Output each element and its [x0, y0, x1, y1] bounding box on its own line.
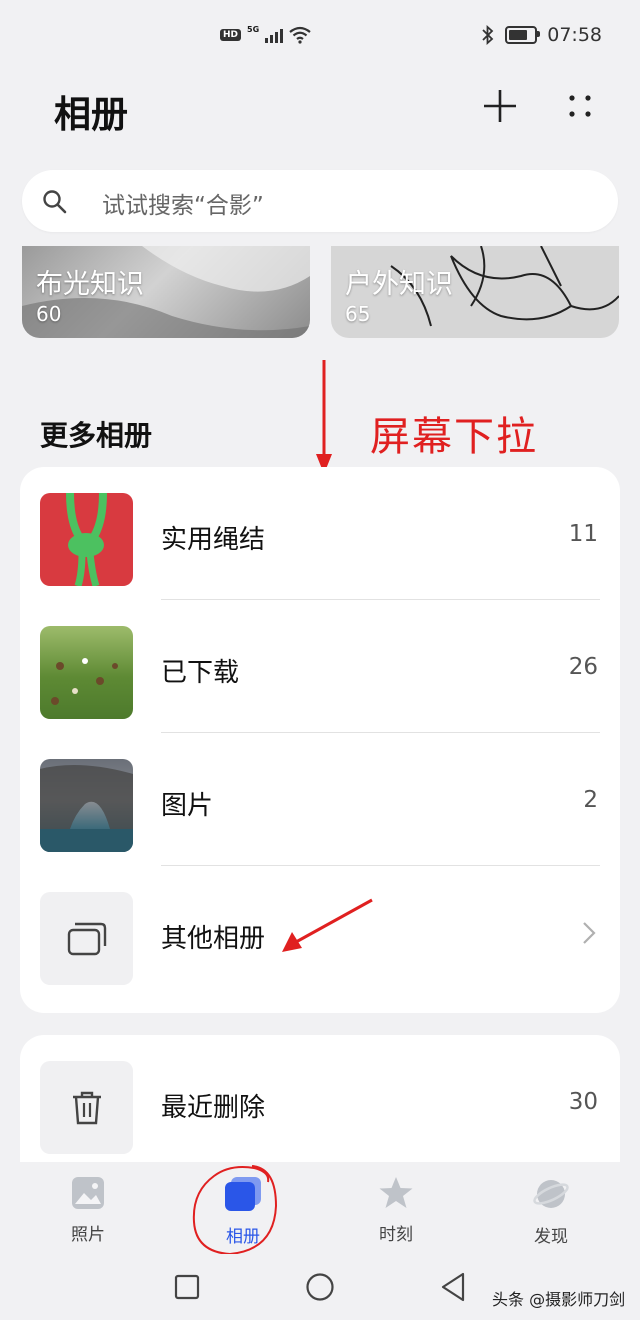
bottom-tab-bar: 照片 相册 时刻 发现 [0, 1162, 640, 1254]
circle-annotation [192, 1165, 278, 1256]
bluetooth-icon [482, 25, 494, 45]
annotation-text: 屏幕下拉 [370, 414, 538, 460]
planet-icon [533, 1180, 569, 1208]
battery-icon [505, 26, 541, 44]
trash-icon [72, 1091, 101, 1124]
more-dots-icon [569, 95, 591, 117]
album-count: 30 [568, 1089, 598, 1115]
list-item[interactable]: 图片 2 [20, 733, 620, 866]
chevron-right-icon [583, 922, 596, 944]
add-album-button[interactable] [478, 84, 522, 128]
tab-label: 时刻 [379, 1225, 413, 1245]
album-count: 60 [36, 302, 62, 326]
album-count: 65 [345, 302, 371, 326]
album-thumbnail [40, 626, 133, 719]
tab-label: 照片 [71, 1225, 105, 1245]
knot-image [66, 493, 107, 586]
recent-apps-button[interactable] [174, 1274, 200, 1300]
clock: 07:58 [547, 24, 602, 46]
star-icon [379, 1177, 413, 1208]
tab-label: 发现 [534, 1227, 568, 1247]
album-thumbnail [40, 1061, 133, 1154]
sea-arch-image [40, 765, 133, 852]
field-image [51, 658, 118, 705]
tab-moments[interactable]: 时刻 [346, 1176, 446, 1245]
page-title: 相册 [54, 93, 128, 136]
tab-discover[interactable]: 发现 [501, 1176, 601, 1247]
album-name: 已下载 [161, 658, 240, 688]
home-button[interactable] [305, 1272, 335, 1302]
album-count: 11 [568, 521, 598, 547]
album-name: 最近删除 [161, 1093, 266, 1123]
stacked-albums-icon [67, 922, 106, 955]
trash-group: 最近删除 30 [20, 1035, 620, 1162]
album-count: 2 [583, 787, 598, 813]
album-name: 布光知识 [36, 269, 144, 300]
section-title: 更多相册 [40, 419, 153, 452]
search-placeholder: 试试搜索“合影” [102, 193, 264, 219]
watermark: 头条 @摄影师刀剑 [492, 1290, 626, 1309]
album-card-lighting[interactable]: 布光知识 60 [22, 246, 310, 338]
network-label: 5G [247, 24, 260, 34]
album-thumbnail [40, 493, 133, 586]
album-count: 26 [568, 654, 598, 680]
status-bar: HD 5G 07:58 [0, 0, 640, 76]
wifi-icon [289, 26, 311, 44]
album-name: 其他相册 [161, 924, 266, 954]
arrow-down-annotation [316, 360, 332, 474]
album-name: 户外知识 [345, 269, 453, 300]
plus-icon [484, 90, 516, 122]
list-item[interactable]: 已下载 26 [20, 600, 620, 733]
album-name: 实用绳结 [161, 525, 266, 555]
more-options-button[interactable] [558, 84, 602, 128]
hd-badge: HD [220, 29, 242, 41]
search-icon [43, 190, 67, 214]
list-item-recently-deleted[interactable]: 最近删除 30 [20, 1035, 620, 1168]
photo-icon [72, 1177, 104, 1209]
list-item[interactable]: 实用绳结 11 [20, 467, 620, 600]
album-name: 图片 [161, 791, 214, 821]
search-bar[interactable]: 试试搜索“合影” [22, 170, 618, 232]
album-thumbnail [40, 759, 133, 852]
back-button[interactable] [440, 1272, 466, 1302]
arrow-annotation [282, 898, 373, 952]
signal-icon [265, 27, 284, 43]
album-thumbnail [40, 892, 133, 985]
album-card-outdoor[interactable]: 户外知识 65 [331, 246, 619, 338]
tab-photos[interactable]: 照片 [38, 1176, 138, 1245]
